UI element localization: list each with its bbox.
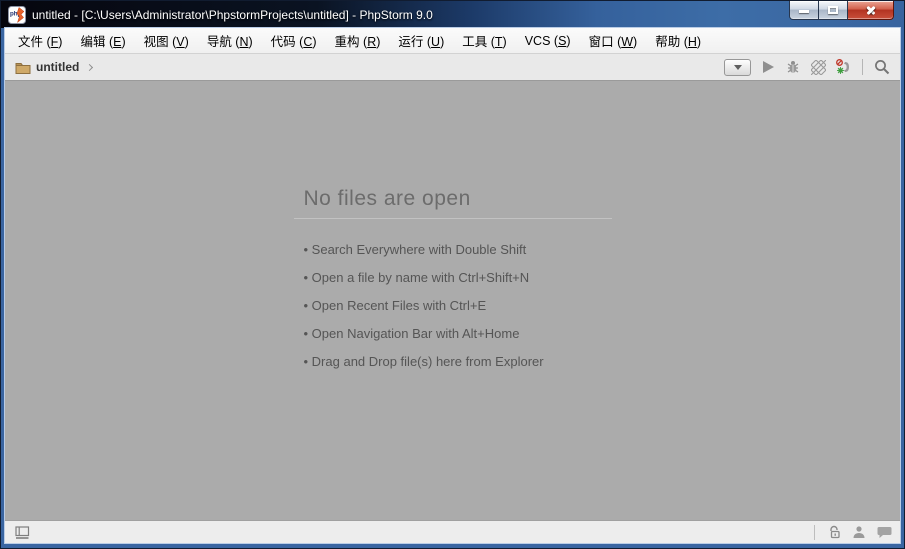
toggle-toolwindows-button[interactable]	[15, 525, 30, 539]
breadcrumb-item-untitled[interactable]: untitled	[15, 60, 94, 74]
menu-item-code[interactable]: 代码C	[262, 27, 326, 54]
search-icon	[875, 60, 890, 75]
readonly-toggle-button[interactable]	[828, 525, 841, 539]
menu-item-run[interactable]: 运行U	[389, 27, 453, 54]
empty-state-title: No files are open	[293, 187, 612, 219]
coverage-button[interactable]	[810, 59, 826, 75]
breadcrumb-label: untitled	[36, 60, 80, 74]
minimize-icon	[799, 9, 809, 13]
statusbar	[5, 520, 900, 543]
menu-item-vcs[interactable]: VCSS	[516, 30, 580, 52]
phpstorm-window: php untitled - [C:\Users\Administrator\P…	[0, 0, 905, 549]
minimize-button[interactable]	[789, 1, 819, 20]
statusbar-right	[814, 524, 892, 540]
statusbar-separator	[814, 524, 815, 540]
inspections-profile-icon	[853, 526, 865, 538]
attach-debugger-button[interactable]	[835, 59, 851, 75]
toggle-toolwindows-icon	[15, 525, 30, 539]
menu-item-navigate[interactable]: 导航N	[198, 27, 262, 54]
maximize-icon	[828, 6, 838, 14]
chevron-right-icon	[86, 63, 94, 72]
debug-button[interactable]	[785, 59, 801, 75]
unlock-icon	[830, 525, 840, 539]
app-body: 文件F 编辑E 视图V 导航N 代码C 重构R 运行U 工具T VCSS 窗口W…	[5, 28, 900, 543]
navigation-bar: untitled	[5, 54, 900, 81]
menu-item-file[interactable]: 文件F	[9, 27, 71, 54]
window-controls	[789, 1, 894, 20]
search-everywhere-button[interactable]	[874, 59, 890, 75]
menubar: 文件F 编辑E 视图V 导航N 代码C 重构R 运行U 工具T VCSS 窗口W…	[5, 28, 900, 54]
run-button[interactable]	[760, 59, 776, 75]
editor-area: No files are open Search Everywhere with…	[5, 81, 900, 520]
toolbar-right	[724, 58, 890, 76]
tip-drag-drop: Drag and Drop file(s) here from Explorer	[294, 348, 612, 376]
maximize-button[interactable]	[819, 1, 848, 20]
titlebar: php untitled - [C:\Users\Administrator\P…	[1, 1, 904, 28]
menu-item-view[interactable]: 视图V	[135, 27, 198, 54]
run-icon	[762, 61, 774, 73]
tip-recent-files: Open Recent Files with Ctrl+E	[294, 292, 612, 320]
event-log-button[interactable]	[877, 526, 892, 539]
chevron-down-icon	[733, 64, 742, 70]
attach-debugger-icon	[836, 59, 849, 74]
window-title: untitled - [C:\Users\Administrator\Phpst…	[32, 7, 433, 22]
menu-item-tools[interactable]: 工具T	[453, 27, 515, 54]
coverage-icon	[810, 59, 826, 75]
event-log-icon	[877, 526, 892, 538]
run-config-dropdown[interactable]	[724, 58, 751, 76]
inspections-profile-button[interactable]	[852, 525, 866, 539]
menu-item-help[interactable]: 帮助H	[646, 27, 710, 54]
menu-item-edit[interactable]: 编辑E	[71, 27, 134, 54]
tip-search-everywhere: Search Everywhere with Double Shift	[294, 236, 612, 264]
toolbar-separator	[862, 59, 863, 75]
empty-state: No files are open Search Everywhere with…	[293, 81, 612, 376]
tip-navigation-bar: Open Navigation Bar with Alt+Home	[294, 320, 612, 348]
menu-item-refactor[interactable]: 重构R	[326, 27, 390, 54]
debug-bug-icon	[787, 61, 799, 73]
close-button[interactable]	[848, 1, 894, 20]
close-icon	[865, 5, 877, 15]
tip-open-file: Open a file by name with Ctrl+Shift+N	[294, 264, 612, 292]
menu-item-window[interactable]: 窗口W	[580, 27, 647, 54]
tips-list: Search Everywhere with Double Shift Open…	[294, 236, 612, 376]
folder-icon	[15, 62, 31, 74]
phpstorm-logo-icon: php	[8, 5, 26, 24]
